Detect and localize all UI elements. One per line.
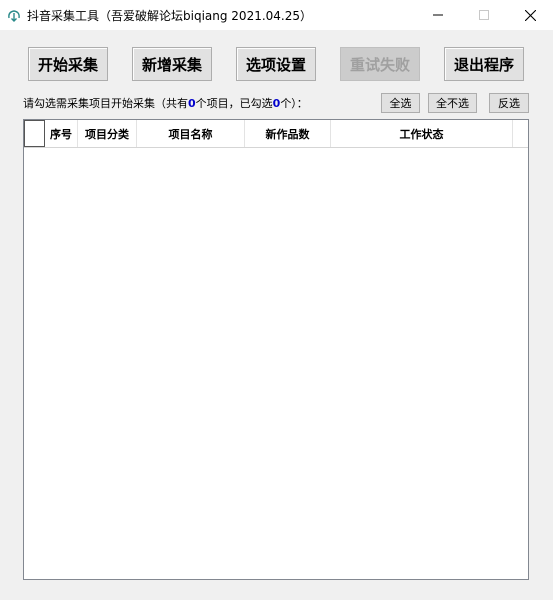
options-button[interactable]: 选项设置 <box>236 47 316 81</box>
column-header-name[interactable]: 项目名称 <box>137 120 245 147</box>
minimize-button[interactable] <box>415 0 461 30</box>
total-count: 0 <box>188 97 196 110</box>
app-icon <box>8 10 20 22</box>
title-bar: 抖音采集工具（吾爱破解论坛biqiang 2021.04.25） <box>0 0 553 30</box>
column-header-category[interactable]: 项目分类 <box>78 120 137 147</box>
minimize-icon <box>433 14 443 16</box>
table-header: 序号 项目分类 项目名称 新作品数 工作状态 <box>24 120 528 148</box>
hint-prefix: 请勾选需采集项目开始采集（共有 <box>23 97 188 110</box>
invert-selection-button[interactable]: 反选 <box>489 93 529 113</box>
close-icon <box>524 9 536 21</box>
maximize-button[interactable] <box>461 0 507 30</box>
hint-middle: 个项目，已勾选 <box>195 97 273 110</box>
hint-suffix: 个）： <box>280 97 308 110</box>
close-button[interactable] <box>507 0 553 30</box>
column-header-new-works[interactable]: 新作品数 <box>245 120 331 147</box>
select-none-button[interactable]: 全不选 <box>428 93 477 113</box>
header-checkbox-column[interactable] <box>24 120 45 147</box>
window-title: 抖音采集工具（吾爱破解论坛biqiang 2021.04.25） <box>27 9 313 23</box>
retry-failed-button[interactable]: 重试失败 <box>340 47 420 81</box>
column-header-status[interactable]: 工作状态 <box>331 120 513 147</box>
column-header-index[interactable]: 序号 <box>45 120 78 147</box>
select-all-button[interactable]: 全选 <box>381 93 420 113</box>
maximize-icon <box>479 10 489 20</box>
start-collect-button[interactable]: 开始采集 <box>28 47 108 81</box>
selection-hint: 请勾选需采集项目开始采集（共有0个项目，已勾选0个）： <box>23 95 308 111</box>
project-table[interactable]: 序号 项目分类 项目名称 新作品数 工作状态 <box>23 119 529 580</box>
add-collect-button[interactable]: 新增采集 <box>132 47 212 81</box>
exit-button[interactable]: 退出程序 <box>444 47 524 81</box>
